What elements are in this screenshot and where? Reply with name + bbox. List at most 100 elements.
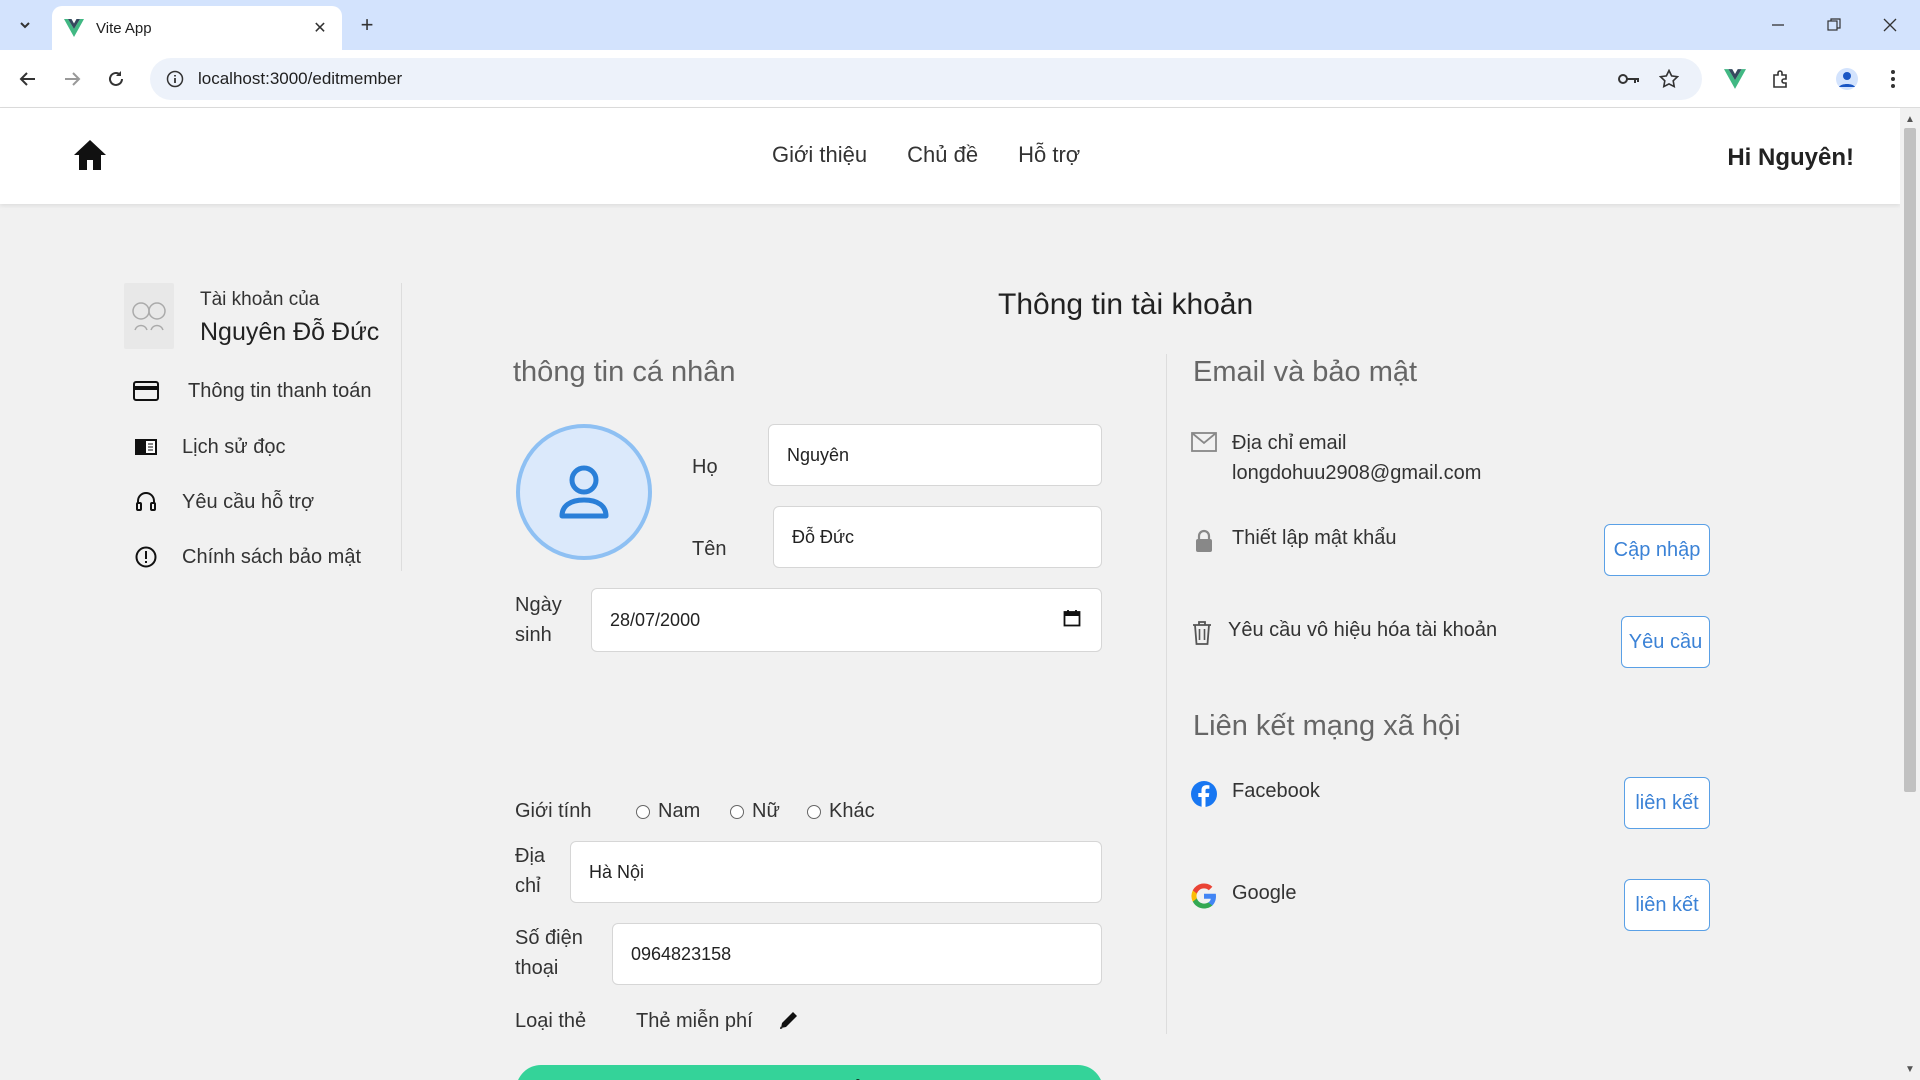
link-google-button[interactable]: liên kết: [1624, 879, 1710, 931]
sidebar-item-reading-history[interactable]: Lịch sử đọc: [132, 433, 285, 461]
disable-account-row: Yêu cầu vô hiệu hóa tài khoản: [1188, 619, 1497, 647]
disable-account-label: Yêu cầu vô hiệu hóa tài khoản: [1228, 619, 1498, 641]
calendar-icon[interactable]: [1063, 609, 1081, 627]
browser-menu-icon[interactable]: [1876, 63, 1910, 95]
dob-label-line1: Ngày: [515, 594, 562, 616]
phone-input[interactable]: 0964823158: [612, 923, 1102, 985]
dob-input[interactable]: 28/07/2000: [591, 588, 1102, 652]
browser-tab-bar: Vite App ✕ +: [0, 0, 1920, 50]
password-row: Thiết lập mật khẩu: [1190, 527, 1397, 555]
phone-label-line2: thoại: [515, 957, 559, 979]
arrow-right-icon: [65, 72, 81, 86]
scroll-up-arrow-icon[interactable]: ▲: [1903, 112, 1917, 126]
radio-label: Nữ: [752, 800, 780, 822]
link-facebook-button[interactable]: liên kết: [1624, 777, 1710, 829]
scroll-down-arrow-icon[interactable]: ▼: [1903, 1062, 1917, 1076]
scrollbar-thumb[interactable]: [1904, 128, 1916, 792]
vue-logo-icon: [64, 18, 84, 38]
close-window-button[interactable]: [1862, 8, 1918, 42]
reload-icon: [109, 71, 123, 86]
new-tab-button[interactable]: +: [354, 12, 380, 38]
main-nav: Giới thiệu Chủ đề Hỗ trợ: [772, 142, 1080, 168]
site-info-icon[interactable]: [166, 70, 184, 88]
browser-toolbar: localhost:3000/editmember: [0, 50, 1920, 108]
gender-radio-male[interactable]: Nam: [636, 800, 700, 823]
minimize-icon: [1772, 24, 1784, 26]
sidebar-item-label: Yêu cầu hỗ trợ: [182, 490, 315, 513]
email-value: longdohuu2908@gmail.com: [1232, 462, 1482, 484]
mail-icon: [1190, 428, 1218, 456]
address-label-line1: Địa: [515, 845, 546, 867]
sidebar-item-privacy[interactable]: Chính sách bảo mật: [132, 543, 361, 571]
phone-label: Số điện thoại: [515, 923, 583, 983]
tab-title: Vite App: [96, 19, 152, 37]
update-password-button[interactable]: Cập nhập: [1604, 524, 1710, 576]
user-greeting[interactable]: Hi Nguyên!: [1727, 144, 1854, 172]
url-text: localhost:3000/editmember: [198, 69, 403, 88]
radio-circle[interactable]: [807, 804, 821, 819]
bookmark-star-icon[interactable]: [1652, 58, 1686, 100]
dob-label: Ngày sinh: [515, 590, 562, 650]
gender-radio-other[interactable]: Khác: [807, 800, 875, 823]
back-button[interactable]: [12, 63, 44, 95]
gender-label: Giới tính: [515, 800, 592, 822]
save-changes-button[interactable]: Lưu thay đổi: [516, 1065, 1103, 1080]
nav-topics[interactable]: Chủ đề: [907, 142, 978, 168]
radio-label: Nam: [658, 800, 701, 822]
home-icon[interactable]: [72, 138, 108, 172]
credit-card-icon: [132, 377, 160, 405]
card-type-label: Loại thẻ: [515, 1010, 587, 1032]
request-disable-button[interactable]: Yêu cầu: [1621, 616, 1710, 668]
extensions-puzzle-icon[interactable]: [1764, 63, 1798, 95]
radio-circle[interactable]: [730, 804, 744, 819]
reload-button[interactable]: [100, 63, 132, 95]
first-name-label: Tên: [692, 538, 727, 560]
radio-circle[interactable]: [636, 804, 650, 819]
profile-avatar[interactable]: [516, 424, 652, 560]
chevron-down-icon: [20, 22, 30, 29]
trash-icon: [1188, 619, 1216, 647]
profile-avatar-icon[interactable]: [1830, 63, 1864, 95]
google-icon: [1190, 882, 1218, 910]
social-heading: Liên kết mạng xã hội: [1193, 710, 1461, 742]
page-title: Thông tin tài khoản: [998, 288, 1254, 321]
sidebar-item-label: Lịch sử đọc: [182, 435, 286, 458]
edit-pencil-icon[interactable]: [778, 1009, 800, 1031]
browser-tab[interactable]: Vite App ✕: [52, 6, 342, 50]
address-bar[interactable]: localhost:3000/editmember: [150, 58, 1702, 100]
last-name-label: Họ: [692, 456, 718, 478]
book-icon: [132, 433, 160, 461]
gender-radio-female[interactable]: Nữ: [730, 800, 780, 823]
address-input[interactable]: Hà Nội: [570, 841, 1102, 903]
personal-info-heading: thông tin cá nhân: [513, 356, 736, 388]
sidebar-item-payment[interactable]: Thông tin thanh toán: [132, 377, 371, 405]
account-sidebar: Tài khoản của Nguyên Đỗ Đức Thông tin th…: [122, 283, 402, 571]
column-divider: [1166, 354, 1167, 1034]
last-name-input[interactable]: Nguyên: [768, 424, 1102, 486]
sidebar-item-label: Chính sách bảo mật: [182, 545, 361, 568]
phone-label-line1: Số điện: [515, 927, 583, 949]
nav-about[interactable]: Giới thiệu: [772, 142, 867, 168]
sidebar-item-label: Thông tin thanh toán: [188, 379, 372, 402]
restore-button[interactable]: [1806, 8, 1862, 42]
facebook-row: Facebook: [1190, 780, 1320, 808]
tab-search-button[interactable]: [12, 12, 38, 38]
dob-label-line2: sinh: [515, 624, 552, 646]
tab-close-icon[interactable]: ✕: [310, 18, 330, 38]
email-label: Địa chỉ email: [1232, 432, 1347, 454]
password-key-icon[interactable]: [1612, 58, 1646, 100]
first-name-input[interactable]: Đỗ Đức: [773, 506, 1102, 568]
nav-support[interactable]: Hỗ trợ: [1018, 142, 1080, 168]
address-label: Địa chỉ: [515, 841, 545, 901]
info-circle-icon: [132, 543, 160, 571]
minimize-button[interactable]: [1750, 8, 1806, 42]
headset-icon: [132, 488, 160, 516]
radio-label: Khác: [829, 800, 875, 822]
page-content: Giới thiệu Chủ đề Hỗ trợ Hi Nguyên! Tài …: [0, 108, 1900, 1080]
vue-devtools-extension-icon[interactable]: [1718, 63, 1752, 95]
password-label: Thiết lập mật khẩu: [1232, 527, 1397, 549]
restore-icon: [1827, 18, 1841, 31]
site-header: Giới thiệu Chủ đề Hỗ trợ Hi Nguyên!: [0, 108, 1900, 204]
sidebar-item-support[interactable]: Yêu cầu hỗ trợ: [132, 488, 314, 516]
forward-button[interactable]: [56, 63, 88, 95]
